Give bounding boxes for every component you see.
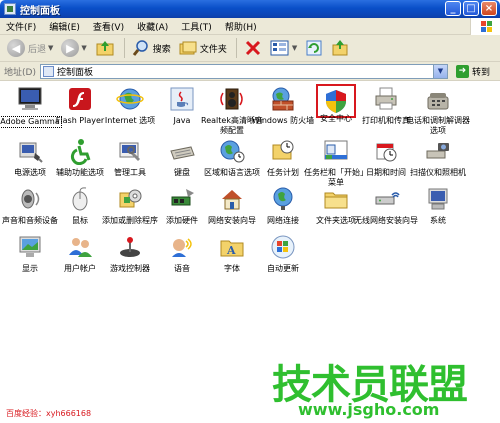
menu-view[interactable]: 查看(V)	[93, 20, 124, 33]
footer-caption: 百度经验：xyh666168	[6, 409, 92, 418]
monitor-icon	[15, 84, 45, 114]
views-icon	[270, 40, 289, 56]
chevron-down-icon[interactable]: ▼	[432, 64, 447, 78]
accessibility-icon	[65, 136, 95, 166]
globe-icon	[115, 84, 145, 114]
add-hardware-icon	[167, 184, 197, 214]
display-icon	[15, 232, 45, 262]
folder-icon	[321, 184, 351, 214]
menu-edit[interactable]: 编辑(E)	[49, 20, 80, 33]
house-network-icon	[217, 184, 247, 214]
fonts-folder-icon: A	[217, 232, 247, 262]
speech-icon	[167, 232, 197, 262]
refresh-icon	[306, 40, 322, 56]
svg-text:A: A	[226, 244, 236, 257]
go-button[interactable]: ➜ 转到	[455, 64, 490, 78]
wireless-icon	[371, 184, 401, 214]
item-scanners-cameras[interactable]: 扫描仪和照相机	[406, 136, 470, 178]
network-globe-icon	[268, 184, 298, 214]
menu-tools[interactable]: 工具(T)	[181, 20, 212, 33]
toolbar: ◀ 后退 ▼ ▶ ▼ 搜索 文件夹 ▼	[0, 35, 500, 62]
go-label: 转到	[471, 67, 490, 78]
item-system[interactable]: 系统	[406, 184, 470, 226]
control-panel-icon	[4, 3, 16, 15]
taskbar-icon	[321, 136, 351, 166]
address-input[interactable]: 控制面板 ▼	[39, 63, 448, 79]
windows-logo-icon	[470, 18, 500, 35]
back-label: 后退	[28, 44, 47, 55]
users-icon	[65, 232, 95, 262]
go-arrow-icon: ➜	[455, 64, 469, 78]
forward-button[interactable]: ▶ ▼	[58, 37, 89, 60]
windows-update-icon	[268, 232, 298, 262]
folders-button[interactable]: 文件夹	[176, 37, 230, 60]
address-value: 控制面板	[56, 67, 93, 78]
up-folder-button[interactable]	[92, 37, 118, 60]
clock-icon	[371, 136, 401, 166]
folder-sync-icon	[332, 40, 348, 56]
back-arrow-icon: ◀	[7, 39, 25, 57]
joystick-icon	[115, 232, 145, 262]
firewall-icon	[268, 84, 298, 114]
delete-button[interactable]	[241, 37, 265, 60]
back-button[interactable]: ◀ 后退 ▼	[4, 37, 56, 60]
phone-icon	[423, 84, 453, 114]
minimize-button[interactable]: _	[445, 1, 461, 16]
sync-button[interactable]	[328, 37, 352, 60]
menu-bar: 文件(F) 编辑(E) 查看(V) 收藏(A) 工具(T) 帮助(H)	[0, 18, 500, 35]
power-icon	[15, 136, 45, 166]
sound-icon	[15, 184, 45, 214]
watermark-url: www.jsgho.com	[298, 400, 440, 419]
security-shield-icon	[316, 84, 356, 118]
address-label: 地址(D)	[4, 67, 36, 78]
java-icon	[167, 84, 197, 114]
chevron-down-icon: ▼	[291, 44, 298, 52]
scheduled-tasks-icon	[268, 136, 298, 166]
menu-file[interactable]: 文件(F)	[6, 20, 36, 33]
flash-icon	[65, 84, 95, 114]
chevron-down-icon: ▼	[81, 44, 87, 52]
toolbar-separator	[235, 38, 237, 58]
mouse-icon	[65, 184, 95, 214]
scanner-icon	[423, 136, 453, 166]
search-icon	[132, 40, 148, 56]
title-bar: 控制面板 _ □ ×	[0, 0, 500, 18]
speaker-icon	[217, 84, 247, 114]
address-bar: 地址(D) 控制面板 ▼ ➜ 转到	[0, 62, 500, 81]
window-title: 控制面板	[20, 5, 60, 17]
folders-icon	[179, 41, 197, 55]
up-folder-icon	[96, 41, 114, 56]
chevron-down-icon: ▼	[48, 44, 54, 52]
search-button[interactable]: 搜索	[129, 37, 174, 60]
add-remove-programs-icon	[115, 184, 145, 214]
delete-icon	[245, 40, 260, 56]
item-phone-modem[interactable]: 电话和调制解调器选项	[406, 84, 470, 136]
globe-clock-icon	[217, 136, 247, 166]
forward-arrow-icon: ▶	[61, 39, 80, 57]
system-icon	[423, 184, 453, 214]
admin-tools-icon	[115, 136, 145, 166]
printer-icon	[371, 84, 401, 114]
item-automatic-updates[interactable]: 自动更新	[251, 232, 315, 274]
menu-favorites[interactable]: 收藏(A)	[137, 20, 168, 33]
menu-help[interactable]: 帮助(H)	[225, 20, 257, 33]
close-button[interactable]: ×	[481, 1, 497, 16]
search-label: 搜索	[152, 44, 171, 55]
maximize-button[interactable]: □	[463, 1, 479, 16]
views-button[interactable]: ▼	[267, 37, 300, 60]
control-panel-icon	[42, 65, 54, 77]
keyboard-icon	[167, 136, 197, 166]
toolbar-separator	[123, 38, 125, 58]
folders-label: 文件夹	[199, 44, 227, 55]
refresh-button[interactable]	[302, 37, 326, 60]
